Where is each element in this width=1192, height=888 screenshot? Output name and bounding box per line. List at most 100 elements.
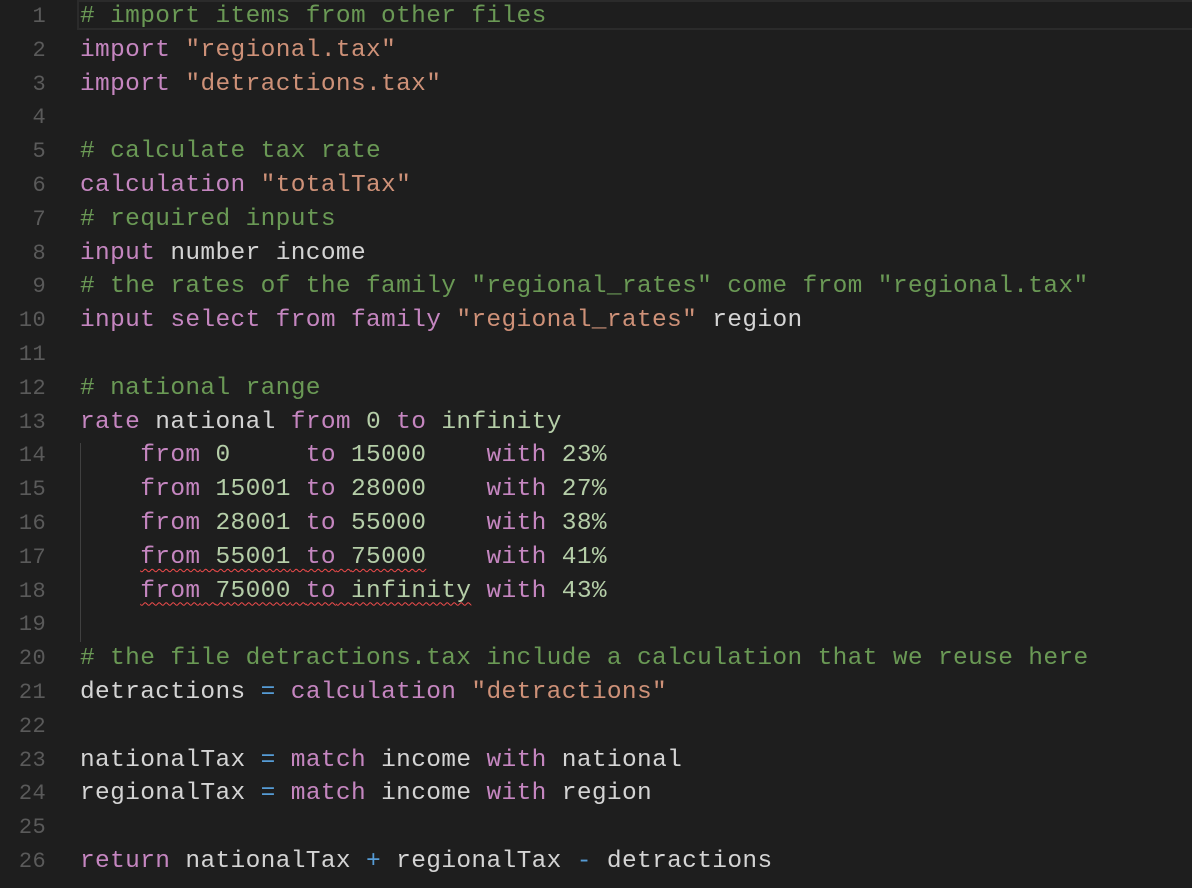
ident-token: region: [712, 307, 803, 335]
ident-token: income: [381, 780, 472, 808]
code-line[interactable]: 1 # import items from other files: [0, 0, 1192, 34]
code-text: input select from family "regional_rates…: [80, 304, 803, 338]
line-number: 13: [18, 409, 46, 435]
number-token: 38%: [561, 510, 607, 537]
keyword-token: to: [305, 442, 336, 470]
code-line[interactable]: 10 input select from family "regional_rat…: [0, 304, 1192, 338]
code-line[interactable]: 24 regionalTax = match income with region: [0, 777, 1192, 811]
line-number: 25: [18, 815, 46, 841]
keyword-token: calculation: [290, 679, 457, 706]
ident-token: national: [561, 746, 683, 774]
code-text: input number income: [80, 237, 366, 271]
code-line[interactable]: 3 import "detractions.tax": [0, 68, 1192, 102]
line-number: 14: [18, 443, 46, 469]
string-token: "detractions": [471, 679, 668, 706]
code-text: import "detractions.tax": [80, 68, 441, 102]
number-token: 28000: [351, 476, 427, 504]
code-line[interactable]: 15 from 15001 to 28000 with 27%: [0, 473, 1192, 507]
ident-token: region: [561, 780, 653, 808]
code-line[interactable]: 9 # the rates of the family "regional_rat…: [0, 270, 1192, 304]
code-line[interactable]: 19: [0, 608, 1192, 642]
code-line[interactable]: 26 return nationalTax + regionalTax - det…: [0, 845, 1192, 879]
keyword-token: with: [486, 746, 547, 774]
code-line[interactable]: 16 from 28001 to 55000 with 38%: [0, 507, 1192, 541]
keyword-token: from: [140, 510, 201, 537]
code-line[interactable]: 17 from 55001 to 75000 with 41%: [0, 541, 1192, 575]
code-line[interactable]: 4: [0, 101, 1192, 135]
error-token: [200, 544, 215, 571]
ident-token: regionalTax: [80, 780, 246, 808]
code-line[interactable]: 7 # required inputs: [0, 203, 1192, 237]
line-number: 7: [32, 206, 46, 232]
code-text: # import items from other files: [80, 0, 547, 34]
error-token: 75000: [215, 577, 291, 605]
code-line[interactable]: 14 from 0 to 15000 with 23%: [0, 439, 1192, 473]
code-text: from 0 to 15000 with 23%: [80, 439, 607, 473]
code-text: rate national from 0 to infinity: [80, 406, 562, 440]
code-text: detractions = calculation "detractions": [80, 676, 667, 710]
error-token: to: [305, 543, 336, 571]
code-text: from 55001 to 75000 with 41%: [80, 541, 607, 575]
code-line[interactable]: 23 nationalTax = match income with nation…: [0, 744, 1192, 778]
code-editor[interactable]: 1 # import items from other files 2 import …: [0, 0, 1192, 888]
keyword-token: with: [486, 780, 547, 808]
error-token: 75000: [351, 543, 427, 571]
error-token: [336, 544, 351, 571]
op-token: -: [576, 848, 592, 875]
line-number: 2: [32, 37, 46, 63]
keyword-token: import: [80, 36, 171, 64]
code-line[interactable]: 8 input number income: [0, 237, 1192, 271]
keyword-token: input: [80, 239, 156, 267]
code-line[interactable]: 12 # national range: [0, 372, 1192, 406]
ident-token: regionalTax: [396, 848, 562, 875]
number-token: 27%: [561, 476, 607, 504]
code-line[interactable]: 2 import "regional.tax": [0, 34, 1192, 68]
code-line[interactable]: 6 calculation "totalTax": [0, 169, 1192, 203]
code-text: from 75000 to infinity with 43%: [80, 575, 607, 609]
line-number: 17: [18, 544, 46, 570]
ident-token: detractions: [606, 848, 773, 875]
code-line[interactable]: 20 # the file detractions.tax include a c…: [0, 642, 1192, 676]
string-token: "totalTax": [260, 172, 412, 199]
keyword-token: with: [486, 476, 547, 504]
code-line[interactable]: 25: [0, 811, 1192, 845]
number-token: 55000: [351, 510, 427, 537]
line-number: 23: [18, 747, 46, 773]
code-line[interactable]: 11: [0, 338, 1192, 372]
code-line[interactable]: 22: [0, 710, 1192, 744]
line-number: 5: [32, 139, 46, 165]
code-line[interactable]: 5 # calculate tax rate: [0, 135, 1192, 169]
error-token: [336, 578, 351, 605]
line-number: 4: [32, 105, 46, 131]
code-text: nationalTax = match income with national: [80, 744, 682, 778]
code-text: regionalTax = match income with region: [80, 777, 652, 811]
comment-token: # the rates of the family "regional_rate…: [80, 273, 1089, 301]
line-number: 11: [18, 342, 46, 367]
code-line[interactable]: 13 rate national from 0 to infinity: [0, 406, 1192, 440]
code-text: # the rates of the family "regional_rate…: [80, 270, 1089, 304]
code-line[interactable]: 21 detractions = calculation "detractions…: [0, 676, 1192, 710]
code-line[interactable]: 18 from 75000 to infinity with 43%: [0, 575, 1192, 609]
code-text: import "regional.tax": [80, 34, 396, 68]
